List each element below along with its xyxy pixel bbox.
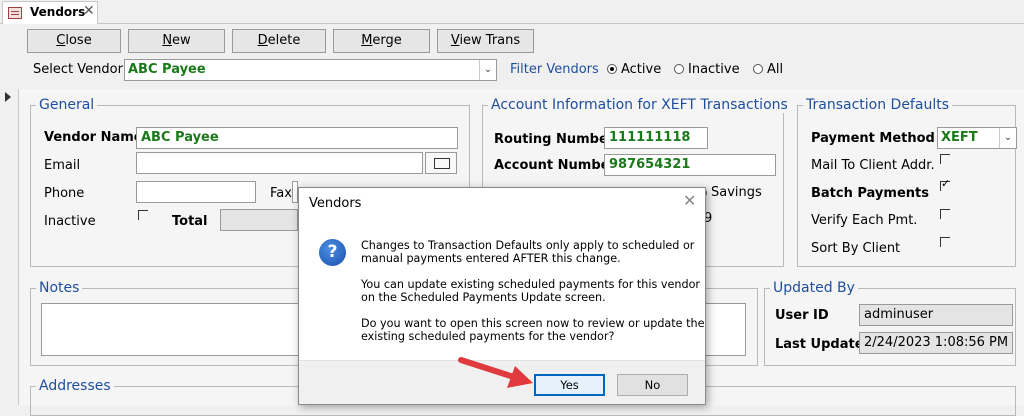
dialog-message-line: You can update existing scheduled paymen… xyxy=(361,278,701,291)
tab-vendors[interactable]: Vendors ✕ xyxy=(2,1,98,24)
select-vendor-label: Select Vendor xyxy=(33,62,123,77)
current-record-icon xyxy=(5,92,11,102)
inactive-label: Inactive xyxy=(44,214,96,229)
filter-vendors-label: Filter Vendors xyxy=(510,62,599,77)
payment-method-combo[interactable]: XEFT ⌄ xyxy=(937,127,1017,149)
filter-inactive-radio[interactable] xyxy=(674,64,684,74)
dialog-message-line: existing scheduled payments for the vend… xyxy=(361,330,615,343)
filter-inactive-label: Inactive xyxy=(688,62,740,77)
last-updated-value: 2/24/2023 1:08:56 PM xyxy=(864,335,1009,350)
phone-label: Phone xyxy=(44,186,85,201)
account-number-field[interactable]: 987654321 xyxy=(604,154,776,176)
select-vendor-combo[interactable]: ABC Payee ⌄ xyxy=(124,59,497,81)
routing-number-field[interactable]: 111111118 xyxy=(604,127,708,149)
merge-button[interactable]: Merge xyxy=(333,29,430,53)
filter-active-radio[interactable] xyxy=(607,64,617,74)
payment-method-value: XEFT xyxy=(941,130,978,145)
dialog-message-line: Changes to Transaction Defaults only app… xyxy=(361,239,695,252)
view-trans-button[interactable]: View Trans xyxy=(437,29,534,53)
batch-payments-checkbox[interactable] xyxy=(940,177,950,191)
select-vendor-value: ABC Payee xyxy=(128,62,206,77)
dialog-message-line: on the Scheduled Payments Update screen. xyxy=(361,291,606,304)
inactive-checkbox[interactable] xyxy=(138,210,148,220)
verify-each-checkbox[interactable] xyxy=(940,209,950,219)
chevron-down-icon[interactable]: ⌄ xyxy=(999,128,1016,148)
batch-payments-label: Batch Payments xyxy=(811,186,929,201)
tab-strip xyxy=(0,0,1024,24)
phone-field[interactable] xyxy=(136,181,256,203)
mail-to-client-checkbox[interactable] xyxy=(940,154,950,164)
vendor-name-label: Vendor Name xyxy=(44,130,143,145)
account-number-label: Account Number xyxy=(494,158,616,173)
updated-by-title: Updated By xyxy=(770,280,858,296)
filter-all-radio[interactable] xyxy=(753,64,763,74)
close-icon[interactable]: ✕ xyxy=(683,191,696,210)
question-icon: ? xyxy=(319,239,346,266)
verify-each-label: Verify Each Pmt. xyxy=(811,213,918,228)
sort-by-client-label: Sort By Client xyxy=(811,241,901,256)
tab-label: Vendors xyxy=(30,5,86,19)
dialog-message-line: manual payments entered AFTER this chang… xyxy=(361,252,621,265)
last-updated-field: 2/24/2023 1:08:56 PM xyxy=(859,332,1013,354)
dialog-title: Vendors xyxy=(309,196,362,211)
annotation-arrow-icon xyxy=(458,357,533,388)
user-id-value: adminuser xyxy=(864,307,934,322)
account-title: Account Information for XEFT Transaction… xyxy=(488,97,791,113)
transaction-defaults-title: Transaction Defaults xyxy=(803,97,952,113)
payment-method-label: Payment Method xyxy=(811,131,935,146)
no-button[interactable]: No xyxy=(617,374,688,396)
chevron-down-icon[interactable]: ⌄ xyxy=(479,60,496,80)
fax-label: Fax xyxy=(270,186,292,201)
notes-title: Notes xyxy=(36,280,83,296)
email-icon[interactable] xyxy=(425,152,457,174)
filter-active-label: Active xyxy=(621,62,662,77)
general-title: General xyxy=(36,97,98,113)
close-button[interactable]: Close xyxy=(27,29,121,53)
savings-label: Savings xyxy=(711,185,762,200)
routing-number-label: Routing Number xyxy=(494,132,615,147)
new-button[interactable]: New xyxy=(128,29,225,53)
filter-all-label: All xyxy=(767,62,784,77)
account-number-value: 987654321 xyxy=(609,157,691,172)
dialog-message-line: Do you want to open this screen now to r… xyxy=(361,317,705,330)
addresses-title: Addresses xyxy=(36,378,114,394)
delete-button[interactable]: Delete xyxy=(232,29,326,53)
total-label: Total xyxy=(172,214,208,229)
form-icon xyxy=(8,7,22,19)
close-icon[interactable]: ✕ xyxy=(83,3,95,19)
record-selector[interactable] xyxy=(0,89,19,405)
user-id-field: adminuser xyxy=(859,304,1013,326)
vendor-name-field[interactable]: ABC Payee xyxy=(136,127,458,149)
mail-to-client-label: Mail To Client Addr. xyxy=(811,158,935,173)
email-label: Email xyxy=(44,158,81,173)
updated-by-group xyxy=(764,288,1016,366)
yes-button[interactable]: Yes xyxy=(534,374,605,396)
routing-number-value: 111111118 xyxy=(609,130,691,145)
vendor-name-value: ABC Payee xyxy=(141,130,219,145)
user-id-label: User ID xyxy=(775,308,829,323)
email-field[interactable] xyxy=(136,152,423,174)
sort-by-client-checkbox[interactable] xyxy=(940,237,950,247)
total-field xyxy=(220,209,298,231)
